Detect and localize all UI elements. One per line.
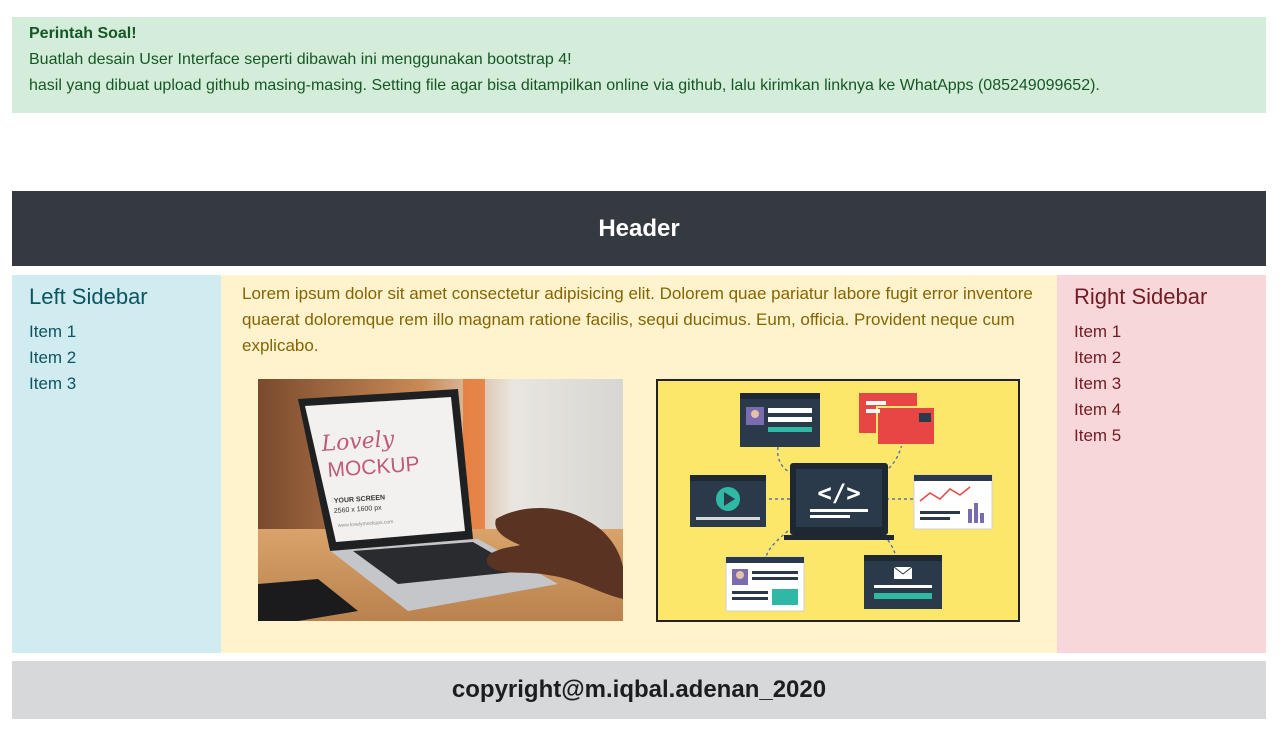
alert-line-1: Buatlah desain User Interface seperti di… [29,51,572,68]
right-sidebar-item: Item 3 [1074,374,1122,393]
code-glyph: </> [817,479,860,507]
left-sidebar-item: Item 3 [29,374,77,393]
right-sidebar-item: Item 2 [1074,348,1122,367]
right-sidebar-item: Item 4 [1074,400,1122,419]
instruction-alert: Perintah Soal! Buatlah desain User Inter… [12,17,1266,113]
right-sidebar-item: Item 1 [1074,322,1122,341]
right-sidebar-title: Right Sidebar [1074,284,1208,309]
page-header: Header [12,191,1266,266]
web-development-illustration: </> [656,379,1020,622]
right-sidebar-item: Item 5 [1074,426,1122,445]
right-sidebar-list: Item 1 Item 2 Item 3 Item 4 Item 5 [1074,319,1249,449]
main-content: Lorem ipsum dolor sit amet consectetur a… [221,275,1057,653]
left-sidebar-item: Item 2 [29,348,77,367]
laptop-mockup-image: Lovely MOCKUP YOUR SCREEN 2560 x 1600 px… [258,379,623,621]
alert-line-2: hasil yang dibuat upload github masing-m… [29,77,1100,94]
header-title: Header [598,214,680,242]
alert-title: Perintah Soal! [29,25,137,42]
lorem-paragraph: Lorem ipsum dolor sit amet consectetur a… [242,284,1033,355]
page-footer: copyright@m.iqbal.adenan_2020 [12,661,1266,719]
right-sidebar: Right Sidebar Item 1 Item 2 Item 3 Item … [1057,275,1266,653]
left-sidebar-item: Item 1 [29,322,77,341]
left-sidebar-title: Left Sidebar [29,284,148,309]
laptop-script-text: Lovely [320,427,396,457]
left-sidebar-list: Item 1 Item 2 Item 3 [29,319,204,397]
footer-copyright: copyright@m.iqbal.adenan_2020 [451,676,827,703]
left-sidebar: Left Sidebar Item 1 Item 2 Item 3 [12,275,221,653]
